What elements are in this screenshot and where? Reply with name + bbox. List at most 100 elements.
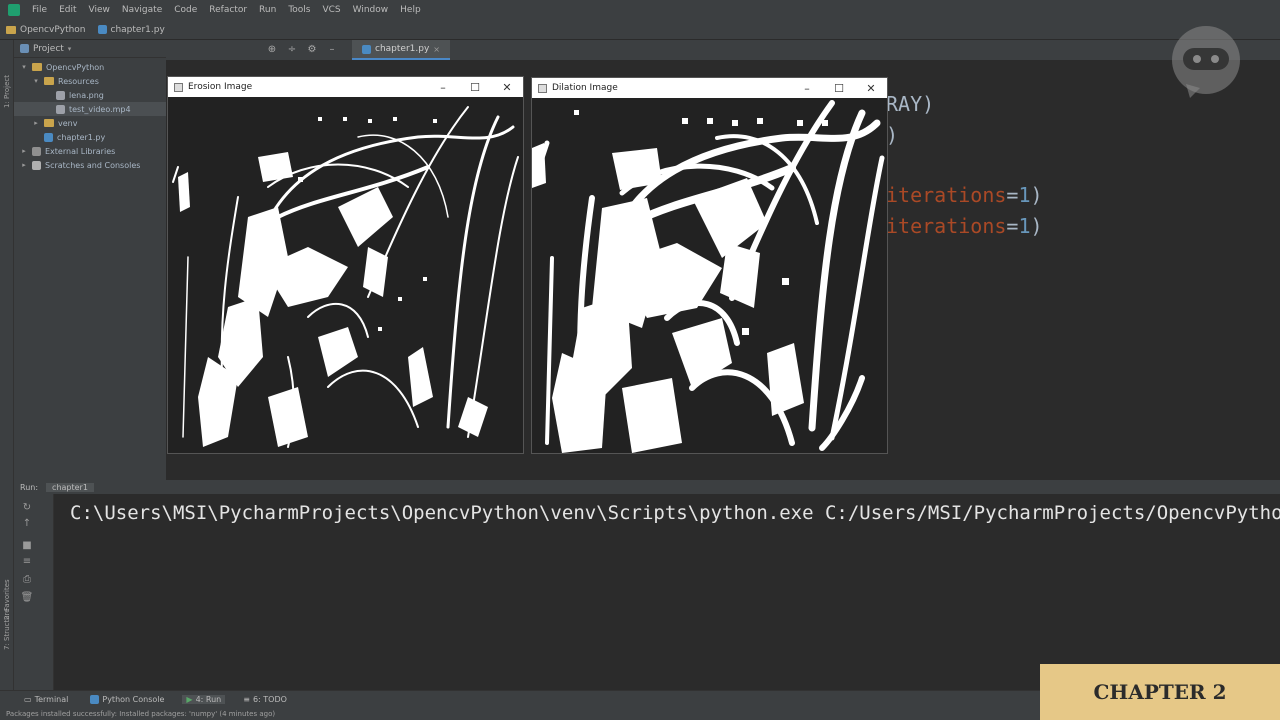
menu-refactor[interactable]: Refactor [203, 5, 253, 15]
python-console-label: Python Console [102, 695, 165, 704]
project-panel-title[interactable]: Project [33, 44, 64, 54]
menu-tools[interactable]: Tools [282, 5, 316, 15]
close-icon[interactable]: ✕ [491, 81, 523, 94]
maximize-icon[interactable]: ☐ [459, 81, 491, 94]
dilation-window-titlebar[interactable]: Dilation Image – ☐ ✕ [532, 78, 887, 98]
chapter-badge-label: CHAPTER 2 [1093, 680, 1227, 704]
breadcrumb-project[interactable]: OpencvPython [0, 25, 92, 35]
tree-item[interactable]: lena.png [14, 88, 166, 102]
tree-item[interactable]: ▾ OpencvPython [14, 60, 166, 74]
navigation-bar: OpencvPython chapter1.py [0, 20, 1280, 40]
erosion-image-window[interactable]: Erosion Image – ☐ ✕ [167, 76, 524, 454]
python-file-icon [97, 25, 107, 34]
run-panel-header: Run: chapter1 [14, 480, 1280, 494]
chevron-right-icon[interactable]: ▸ [32, 119, 40, 127]
list-icon: ≡ [243, 695, 250, 704]
erosion-window-title: Erosion Image [188, 82, 253, 92]
menu-edit[interactable]: Edit [53, 5, 82, 15]
chevron-down-icon[interactable]: ▾ [20, 63, 28, 71]
dilation-image [532, 98, 887, 453]
todo-tab[interactable]: ≡ 6: TODO [239, 695, 291, 704]
menu-view[interactable]: View [83, 5, 116, 15]
tree-item-label: test_video.mp4 [69, 104, 131, 114]
run-console[interactable]: C:\Users\MSI\PycharmProjects\OpencvPytho… [54, 494, 1280, 690]
file-icon [56, 104, 65, 114]
status-message[interactable]: Packages installed successfully: Install… [6, 710, 275, 718]
project-tool-button[interactable]: 1: Project [3, 75, 11, 108]
menu-help[interactable]: Help [394, 5, 427, 15]
project-tree: ▾ OpencvPython ▾ Resources lena.png test_vide… [14, 58, 166, 172]
close-icon[interactable]: × [433, 45, 440, 54]
chevron-right-icon[interactable]: ▸ [20, 161, 28, 169]
tree-item-label: External Libraries [45, 146, 116, 156]
chevron-right-icon[interactable]: ▸ [20, 147, 28, 155]
chevron-down-icon[interactable]: ▾ [68, 45, 72, 53]
file-icon [56, 90, 65, 100]
code-line-1: RAY) [886, 92, 935, 116]
terminal-tab[interactable]: ▭ Terminal [20, 695, 72, 704]
code-paren: ) [1030, 214, 1043, 238]
maximize-icon[interactable]: ☐ [823, 82, 855, 95]
tab-chapter1[interactable]: chapter1.py × [352, 40, 450, 60]
code-keyword: iterations [886, 214, 1007, 238]
breadcrumb-project-label: OpencvPython [20, 24, 86, 35]
tab-label: chapter1.py [375, 44, 430, 54]
code-operator: = [1006, 183, 1019, 207]
library-icon [32, 146, 41, 156]
print-icon[interactable]: ⎙ [20, 574, 34, 586]
python-console-tab[interactable]: Python Console [86, 695, 168, 704]
scratches-icon [32, 160, 41, 170]
run-label: Run: [20, 482, 39, 492]
menu-code[interactable]: Code [168, 5, 203, 15]
tree-item-label: lena.png [69, 90, 104, 100]
breadcrumb-file[interactable]: chapter1.py [92, 25, 171, 35]
soft-wrap-icon[interactable]: ≡ [20, 556, 34, 568]
chapter-badge: CHAPTER 2 [1040, 664, 1280, 720]
menu-file[interactable]: File [26, 5, 53, 15]
window-icon [174, 82, 183, 92]
gear-icon[interactable]: ⚙ [306, 44, 318, 56]
code-number: 1 [1018, 214, 1031, 238]
menu-bar: File Edit View Navigate Code Refactor Ru… [0, 0, 1280, 20]
collapse-icon[interactable]: ÷ [286, 44, 298, 56]
run-config-tab[interactable]: chapter1 [46, 482, 94, 492]
erosion-window-titlebar[interactable]: Erosion Image – ☐ ✕ [168, 77, 523, 97]
tree-item[interactable]: test_video.mp4 [14, 102, 166, 116]
scroll-up-icon[interactable]: ↑ [20, 518, 34, 530]
minimize-icon[interactable]: – [791, 82, 823, 95]
tree-item[interactable]: ▾ Resources [14, 74, 166, 88]
tree-item[interactable]: chapter1.py [14, 130, 166, 144]
console-output-line: C:\Users\MSI\PycharmProjects\OpencvPytho… [70, 502, 1280, 524]
tree-item[interactable]: ▸ Scratches and Consoles [14, 158, 166, 172]
dilation-image-window[interactable]: Dilation Image – ☐ ✕ [531, 77, 888, 454]
menu-navigate[interactable]: Navigate [116, 5, 168, 15]
todo-label: 6: TODO [252, 695, 287, 704]
channel-logo-icon [1172, 26, 1240, 98]
run-config-label: chapter1 [52, 482, 88, 492]
tree-item[interactable]: ▸ venv [14, 116, 166, 130]
project-view-icon [20, 44, 29, 53]
menu-window[interactable]: Window [347, 5, 395, 15]
minimize-icon[interactable]: – [427, 81, 459, 94]
terminal-icon: ▭ [24, 695, 32, 704]
window-icon [538, 83, 547, 93]
close-icon[interactable]: ✕ [855, 82, 887, 95]
chevron-down-icon[interactable]: ▾ [32, 77, 40, 85]
rerun-icon[interactable]: ↻ [20, 502, 34, 514]
trash-icon[interactable]: 🗑 [20, 592, 34, 604]
hide-icon[interactable]: – [326, 44, 338, 56]
tree-item-label: Scratches and Consoles [45, 160, 141, 170]
locate-icon[interactable]: ⊕ [266, 44, 278, 56]
menu-vcs[interactable]: VCS [316, 5, 346, 15]
folder-icon [44, 119, 54, 127]
editor-tab-bar: ⊕ ÷ ⚙ – chapter1.py × [166, 40, 1280, 60]
stop-icon[interactable]: ■ [20, 540, 34, 552]
run-tab[interactable]: ▶ 4: Run [182, 695, 226, 704]
tree-item[interactable]: ▸ External Libraries [14, 144, 166, 158]
terminal-label: Terminal [34, 695, 69, 704]
tree-item-label: chapter1.py [57, 132, 106, 142]
favorites-tool-button[interactable]: 2: Favorites [3, 579, 11, 620]
tree-item-label: OpencvPython [46, 62, 105, 72]
menu-run[interactable]: Run [253, 5, 282, 15]
erosion-image [168, 97, 523, 453]
